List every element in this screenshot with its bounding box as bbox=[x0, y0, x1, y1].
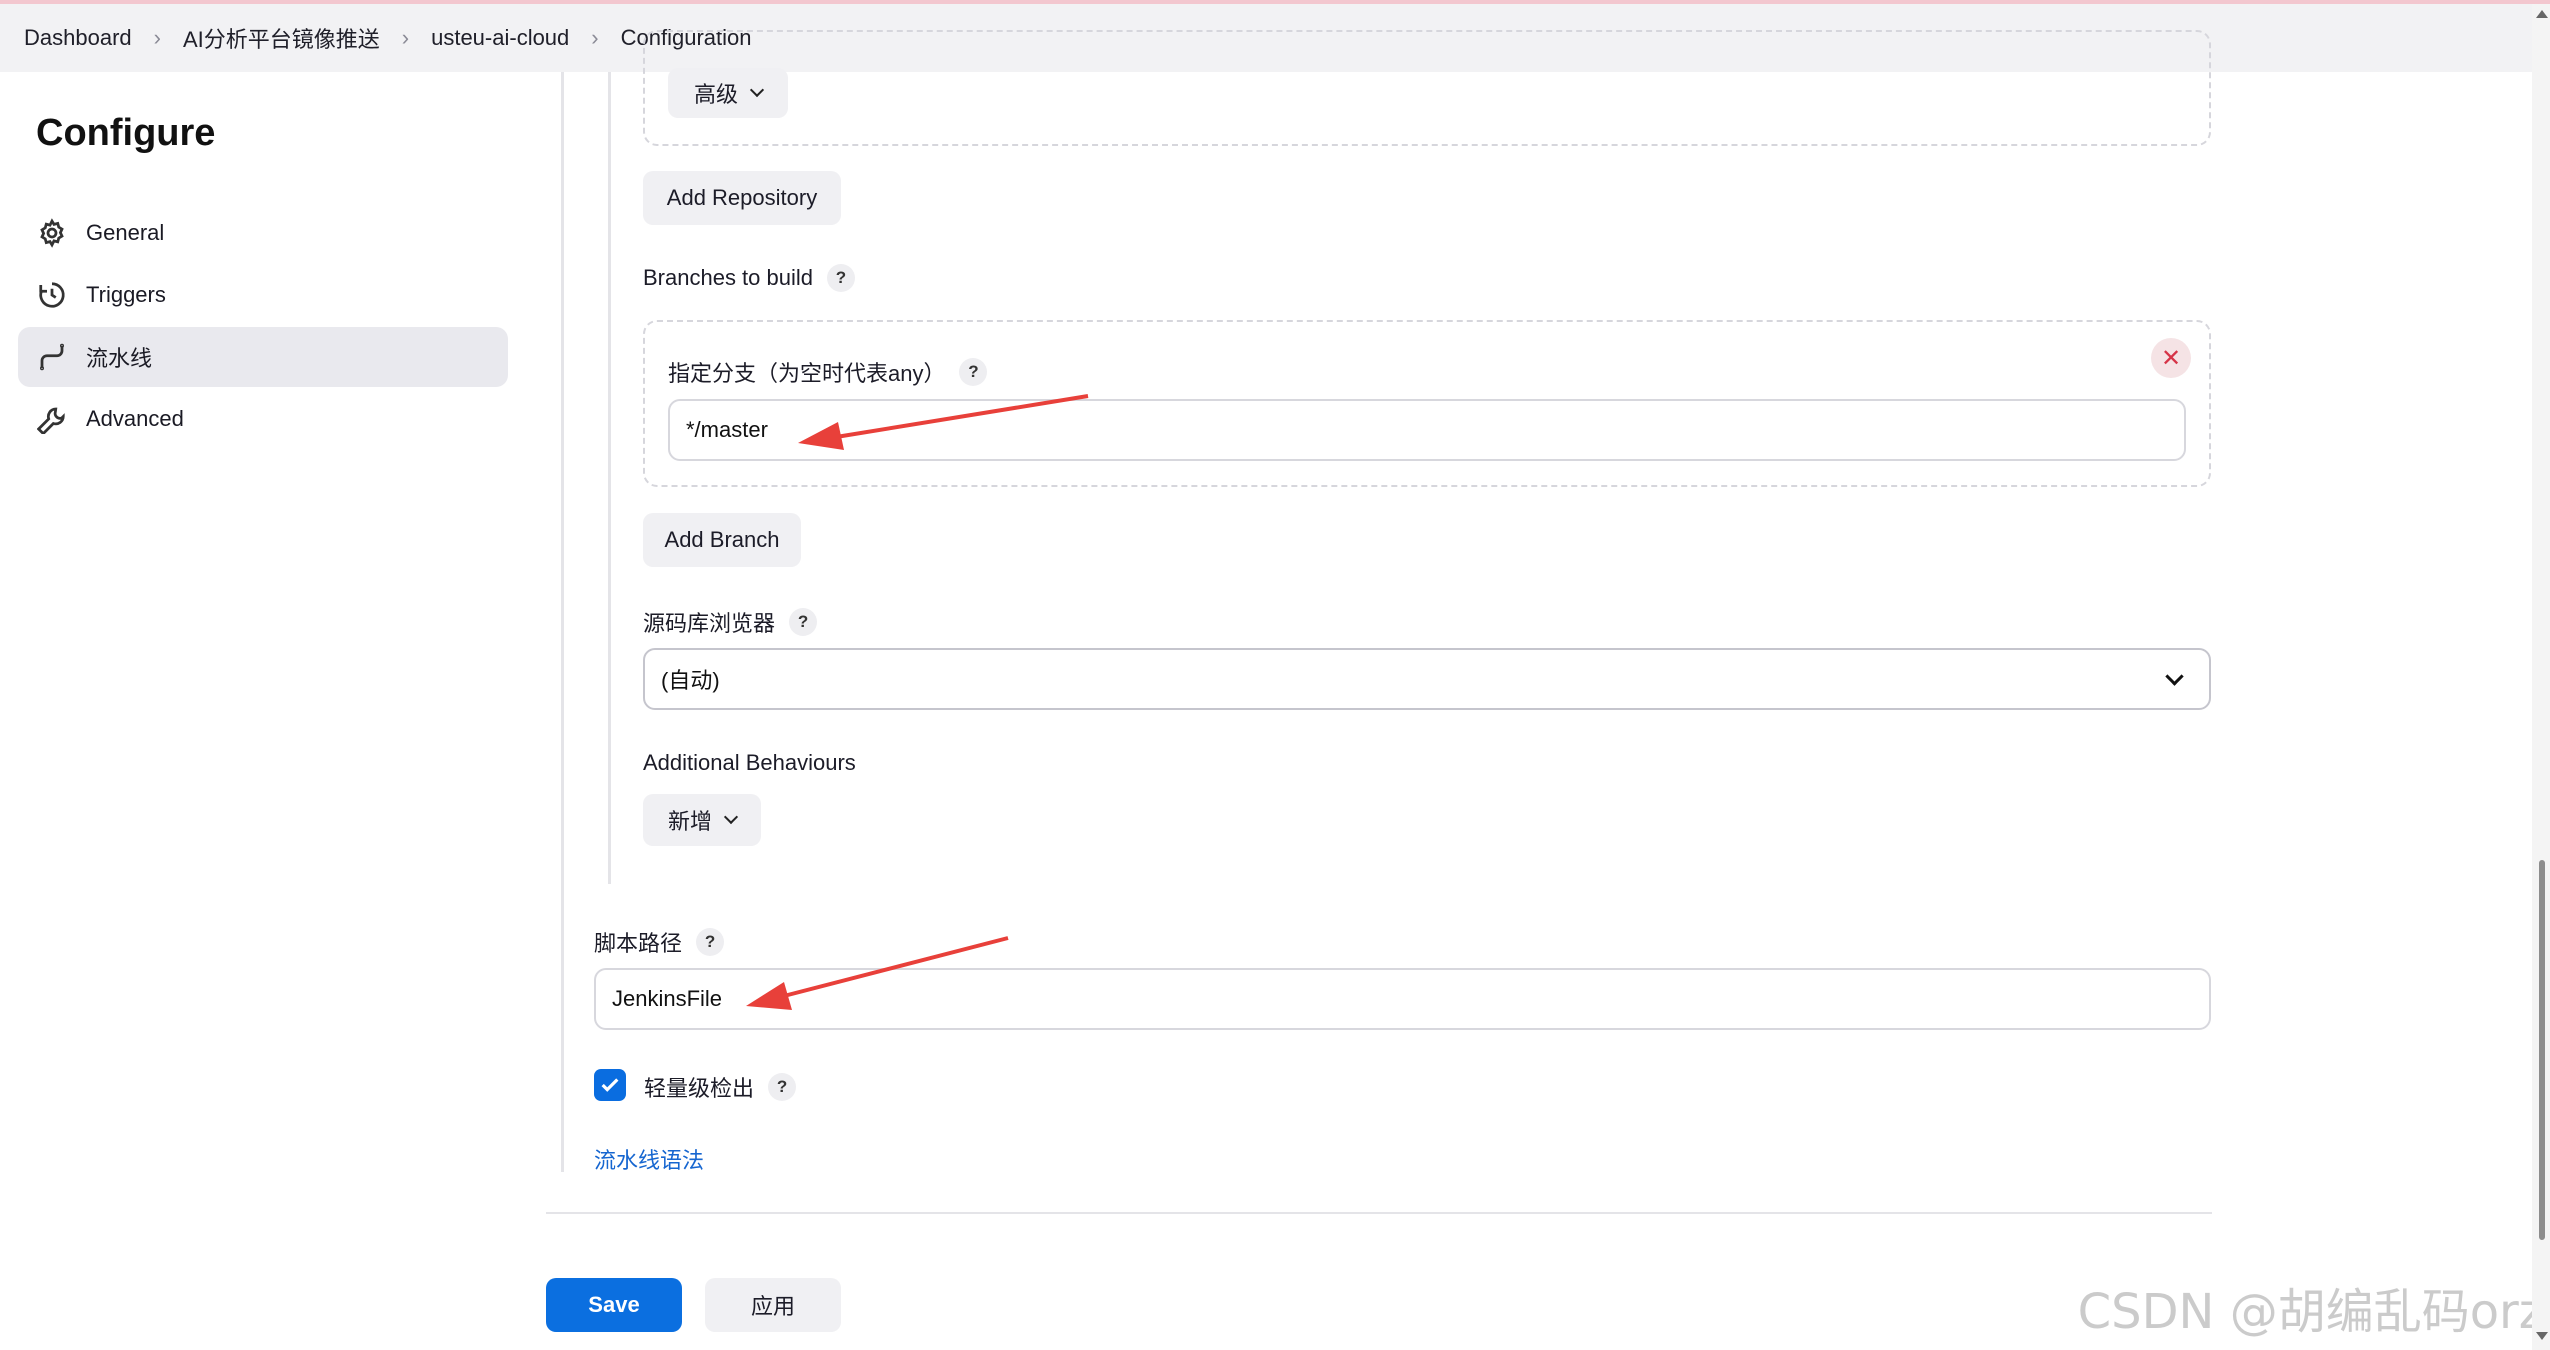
additional-behaviours-label: Additional Behaviours bbox=[643, 750, 856, 775]
section-rail bbox=[561, 72, 564, 1172]
add-repository-button[interactable]: Add Repository bbox=[643, 171, 841, 225]
branch-specifier-input[interactable]: */master bbox=[668, 399, 2186, 461]
chevron-down-icon bbox=[723, 809, 739, 825]
pipeline-syntax-link[interactable]: 流水线语法 bbox=[594, 1143, 704, 1175]
clock-icon bbox=[36, 279, 68, 311]
help-icon[interactable]: ? bbox=[768, 1073, 797, 1101]
help-icon[interactable]: ? bbox=[696, 928, 725, 956]
lightweight-checkout-heading: 轻量级检出 ? bbox=[644, 1071, 797, 1103]
sidebar-item-general[interactable]: General bbox=[18, 203, 508, 263]
repo-browser-select[interactable]: (自动) bbox=[643, 648, 2211, 710]
additional-behaviours-heading: Additional Behaviours bbox=[643, 750, 856, 776]
add-behaviour-button[interactable]: 新增 bbox=[643, 794, 761, 846]
chevron-down-icon bbox=[749, 82, 765, 98]
sidebar-item-label: General bbox=[86, 220, 165, 245]
help-icon[interactable]: ? bbox=[827, 264, 855, 292]
scroll-down-icon[interactable] bbox=[2536, 1332, 2548, 1340]
breadcrumb-dashboard[interactable]: Dashboard bbox=[24, 25, 132, 51]
chevron-right-icon: › bbox=[153, 25, 161, 50]
sidebar-item-advanced[interactable]: Advanced bbox=[18, 389, 508, 449]
script-path-label: 脚本路径 bbox=[594, 931, 683, 956]
help-icon[interactable]: ? bbox=[789, 608, 818, 636]
chevron-right-icon: › bbox=[401, 25, 410, 50]
help-icon[interactable]: ? bbox=[959, 358, 988, 386]
chevron-down-icon bbox=[2165, 667, 2184, 686]
chevron-right-icon: › bbox=[591, 25, 599, 50]
breadcrumb-job[interactable]: usteu-ai-cloud bbox=[431, 25, 569, 51]
wrench-icon bbox=[36, 403, 68, 435]
repo-browser-heading: 源码库浏览器 ? bbox=[643, 606, 818, 638]
scroll-up-icon[interactable] bbox=[2536, 10, 2548, 18]
script-path-input[interactable]: JenkinsFile bbox=[594, 968, 2211, 1030]
footer-divider bbox=[546, 1212, 2212, 1214]
branch-specifier-label: 指定分支（为空时代表any） bbox=[668, 361, 946, 386]
branches-label: Branches to build bbox=[643, 265, 813, 290]
close-icon[interactable]: ✕ bbox=[2151, 338, 2191, 378]
sidebar-item-triggers[interactable]: Triggers bbox=[18, 265, 508, 325]
save-button[interactable]: Save bbox=[546, 1278, 682, 1332]
scrollbar-thumb[interactable] bbox=[2539, 860, 2545, 1240]
branches-to-build-heading: Branches to build ? bbox=[643, 264, 855, 292]
lightweight-checkout-label[interactable]: 轻量级检出 bbox=[644, 1071, 754, 1103]
gear-icon bbox=[36, 217, 68, 249]
repository-box bbox=[643, 30, 2211, 146]
sidebar-item-label: Advanced bbox=[86, 406, 184, 431]
sidebar-item-label: 流水线 bbox=[86, 346, 153, 371]
script-path-heading: 脚本路径 ? bbox=[594, 926, 725, 958]
add-behaviour-label: 新增 bbox=[667, 809, 712, 834]
sidebar-item-pipeline[interactable]: 流水线 bbox=[18, 327, 508, 387]
repo-browser-label: 源码库浏览器 bbox=[643, 611, 776, 636]
subsection-rail bbox=[608, 72, 611, 884]
apply-button[interactable]: 应用 bbox=[705, 1278, 841, 1332]
repo-browser-value: (自动) bbox=[661, 668, 720, 693]
watermark: CSDN @胡编乱码orz bbox=[2077, 1284, 2544, 1340]
check-icon bbox=[601, 1078, 619, 1092]
lightweight-checkout-checkbox[interactable] bbox=[594, 1069, 626, 1101]
page-title: Configure bbox=[36, 112, 216, 154]
advanced-label: 高级 bbox=[693, 82, 738, 107]
add-branch-button[interactable]: Add Branch bbox=[643, 513, 801, 567]
advanced-dropdown-button[interactable]: 高级 bbox=[668, 68, 788, 118]
sidebar-item-label: Triggers bbox=[86, 282, 166, 307]
branch-specifier-heading: 指定分支（为空时代表any） ? bbox=[668, 356, 988, 388]
pipeline-icon bbox=[36, 341, 68, 373]
breadcrumb-folder[interactable]: AI分析平台镜像推送 bbox=[183, 22, 380, 54]
